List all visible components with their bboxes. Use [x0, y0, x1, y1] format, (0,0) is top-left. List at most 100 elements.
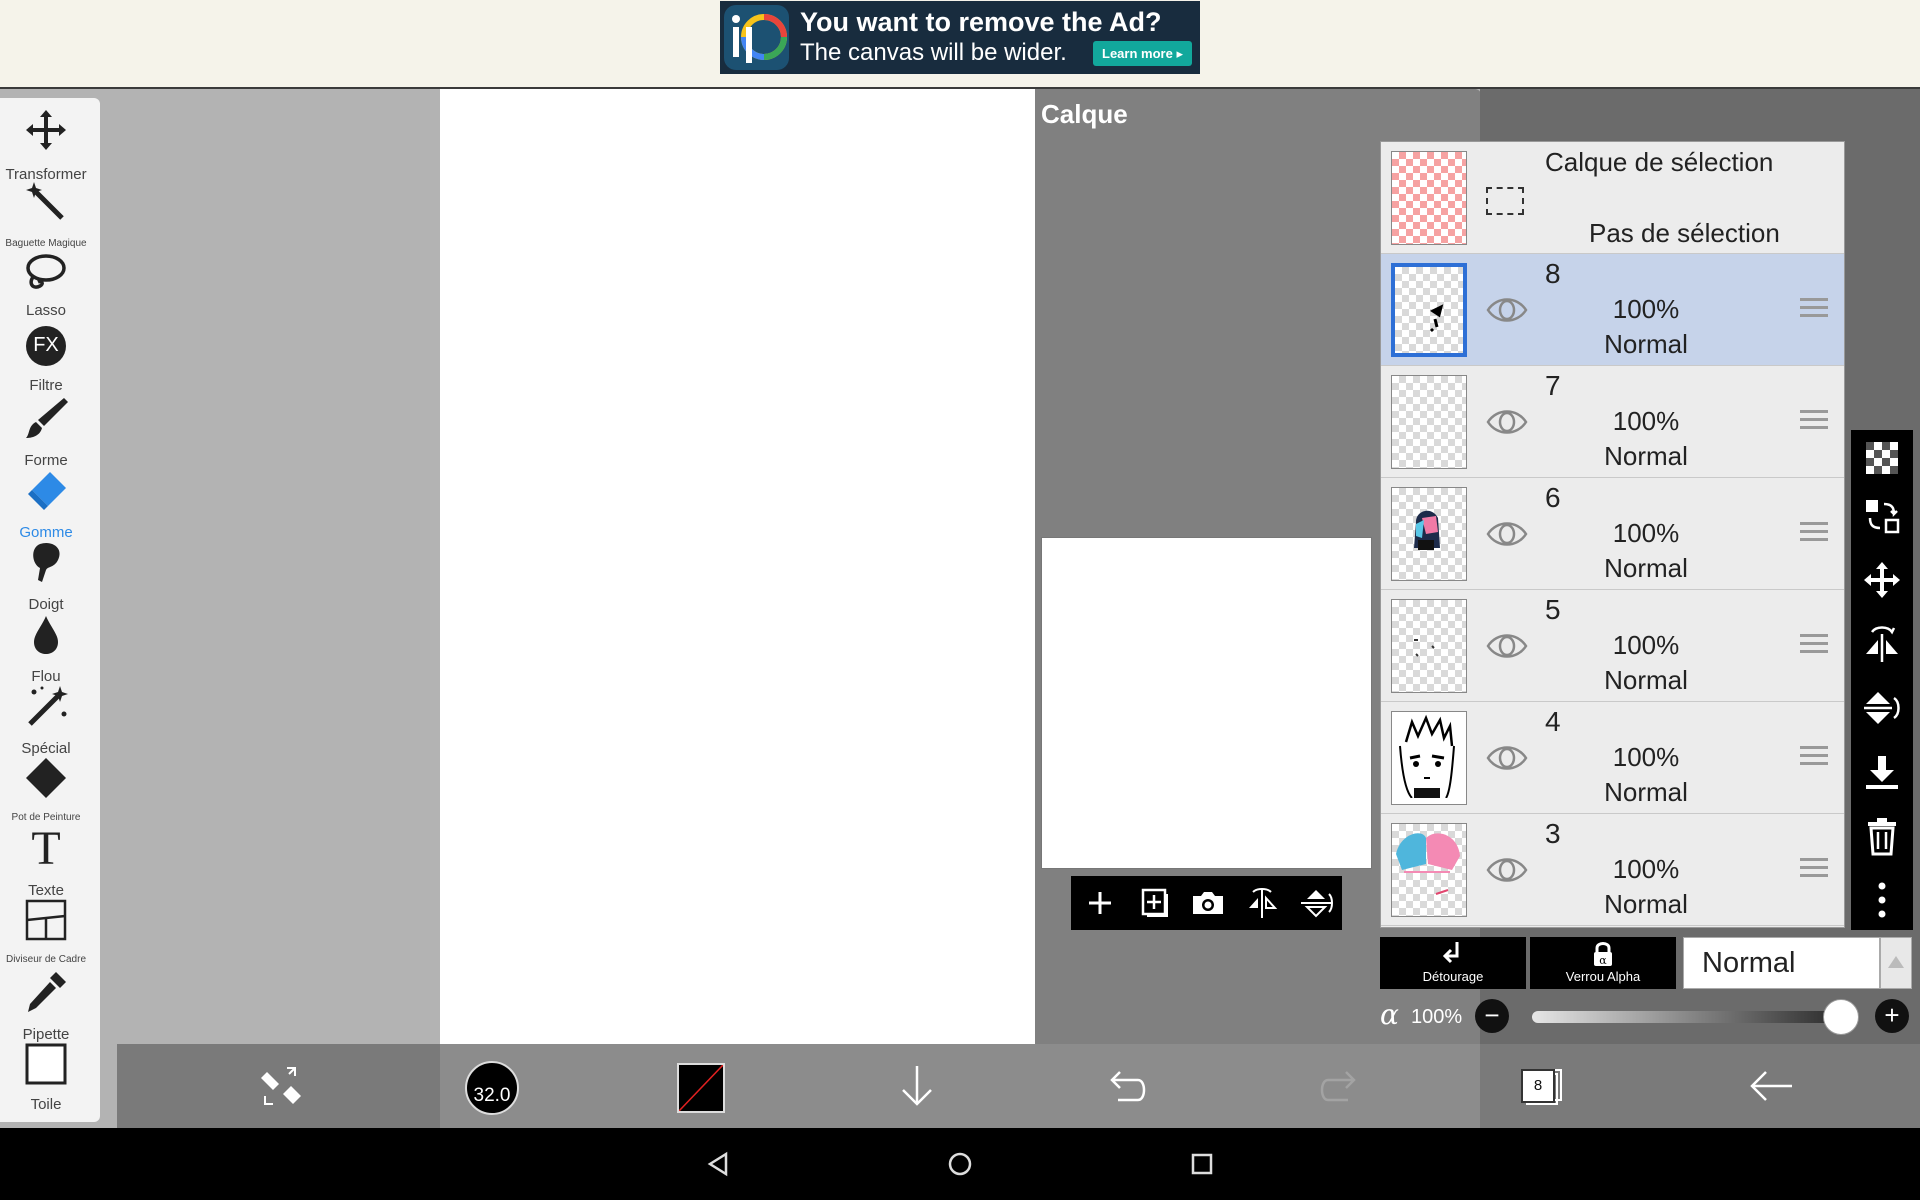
- tool-label: Filtre: [29, 377, 63, 394]
- current-color-swatch[interactable]: [677, 1063, 725, 1113]
- tool-label: Doigt: [28, 596, 64, 613]
- layer-opacity: 100%: [1612, 294, 1680, 324]
- tool-brush[interactable]: Forme: [0, 396, 92, 469]
- ad-headline: You want to remove the Ad?: [800, 7, 1162, 37]
- nav-back-icon[interactable]: [704, 1150, 732, 1178]
- tool-paint-bucket[interactable]: Pot de Peinture: [0, 756, 92, 828]
- layer-blend-mode: Normal: [1604, 889, 1688, 919]
- eye-visibility-icon[interactable]: [1485, 292, 1529, 328]
- learn-more-button[interactable]: Learn more ▸: [1093, 41, 1192, 66]
- tool-label: Spécial: [21, 740, 71, 757]
- layer-blend-mode: Normal: [1604, 441, 1688, 471]
- flip-vertical-icon[interactable]: [1862, 688, 1902, 728]
- layer-thumbnail: [1391, 599, 1467, 693]
- layer-count-badge[interactable]: 8: [1521, 1069, 1555, 1103]
- eye-visibility-icon[interactable]: [1485, 404, 1529, 440]
- brush-icon: [26, 398, 68, 438]
- ad-banner[interactable]: You want to remove the Ad? The canvas wi…: [720, 1, 1200, 74]
- opacity-slider[interactable]: [1532, 1011, 1842, 1023]
- layer-row-5[interactable]: 5 100% Normal: [1381, 590, 1844, 702]
- blend-mode-value: Normal: [1702, 947, 1796, 979]
- flip-vertical-icon[interactable]: [1295, 882, 1337, 924]
- duplicate-layer-icon[interactable]: [1133, 882, 1175, 924]
- drag-handle-icon[interactable]: [1800, 634, 1828, 654]
- swap-layers-icon[interactable]: [1862, 496, 1902, 536]
- clipping-button[interactable]: Détourage: [1380, 937, 1526, 989]
- layer-row-7[interactable]: 7 100% Normal: [1381, 366, 1844, 478]
- layer-row-6[interactable]: 6 100% Normal: [1381, 478, 1844, 590]
- selection-layer-row[interactable]: Calque de sélection Pas de sélection: [1381, 142, 1844, 254]
- layer-row-4[interactable]: 4 100% Normal: [1381, 702, 1844, 814]
- learn-more-label: Learn more: [1102, 46, 1173, 61]
- layer-number: 6: [1545, 482, 1561, 513]
- eye-visibility-icon[interactable]: [1485, 852, 1529, 888]
- merge-down-icon[interactable]: [1862, 752, 1902, 792]
- nav-recents-icon[interactable]: [1188, 1150, 1216, 1178]
- tool-blur[interactable]: Flou: [0, 612, 92, 685]
- tool-finger[interactable]: Doigt: [0, 540, 92, 613]
- layer-list[interactable]: Calque de sélection Pas de sélection 8 1…: [1380, 141, 1845, 928]
- drag-handle-icon[interactable]: [1800, 746, 1828, 766]
- swap-brush-eraser-icon[interactable]: [255, 1058, 311, 1114]
- tool-eraser[interactable]: Gomme: [0, 468, 92, 541]
- tool-label: Pipette: [22, 1026, 70, 1043]
- blend-mode-select[interactable]: Normal: [1683, 937, 1880, 989]
- clipping-label: Détourage: [1422, 969, 1484, 984]
- tool-filter[interactable]: FX Filtre: [0, 324, 92, 396]
- more-options-icon[interactable]: [1862, 880, 1902, 920]
- tool-canvas[interactable]: Toile: [0, 1042, 92, 1114]
- opacity-minus-button[interactable]: −: [1475, 999, 1509, 1033]
- frame-divider-icon: [25, 899, 67, 941]
- arrow-down-icon[interactable]: [889, 1058, 945, 1114]
- flip-horizontal-icon[interactable]: [1862, 624, 1902, 664]
- eye-visibility-icon[interactable]: [1485, 516, 1529, 552]
- clipping-arrow-icon: [1442, 942, 1459, 964]
- trash-icon[interactable]: [1862, 816, 1902, 856]
- drawing-canvas[interactable]: [440, 89, 1036, 1044]
- drag-handle-icon[interactable]: [1800, 298, 1828, 318]
- opacity-slider-knob[interactable]: [1823, 999, 1859, 1035]
- drag-handle-icon[interactable]: [1800, 522, 1828, 542]
- eye-visibility-icon[interactable]: [1485, 740, 1529, 776]
- tool-frame-divider[interactable]: Diviseur de Cadre: [0, 898, 92, 970]
- add-layer-icon[interactable]: [1079, 882, 1121, 924]
- undo-icon[interactable]: [1100, 1058, 1156, 1114]
- selection-rect-icon: [1486, 187, 1524, 215]
- tool-transformer[interactable]: Transformer: [0, 108, 92, 183]
- tool-text[interactable]: T Texte: [0, 822, 92, 900]
- canvas-icon: [25, 1043, 67, 1085]
- alpha-lock-button[interactable]: α Verrou Alpha: [1530, 937, 1676, 989]
- tool-magic-wand[interactable]: Baguette Magique: [0, 180, 92, 252]
- layer-thumbnail: [1391, 263, 1467, 357]
- flip-horizontal-icon[interactable]: [1241, 882, 1283, 924]
- brush-size-indicator[interactable]: 32.0: [465, 1061, 519, 1115]
- layer-row-8[interactable]: 8 100% Normal: [1381, 254, 1844, 366]
- eye-visibility-icon[interactable]: [1485, 628, 1529, 664]
- alpha-symbol: α: [1380, 998, 1399, 1031]
- opacity-plus-button[interactable]: +: [1875, 999, 1909, 1033]
- tool-label: Texte: [28, 882, 64, 899]
- tool-label: Baguette Magique: [5, 238, 87, 249]
- drag-handle-icon[interactable]: [1800, 410, 1828, 430]
- layer-number: 7: [1545, 370, 1561, 401]
- bottom-toolbar: [117, 1044, 1920, 1128]
- tool-eyedropper[interactable]: Pipette: [0, 970, 92, 1043]
- selection-layer-status: Pas de sélection: [1589, 218, 1780, 248]
- camera-icon[interactable]: [1187, 882, 1229, 924]
- layer-blend-mode: Normal: [1604, 553, 1688, 583]
- tool-lasso[interactable]: Lasso: [0, 252, 92, 324]
- text-icon: T: [31, 822, 61, 875]
- tool-label: Diviseur de Cadre: [5, 954, 87, 965]
- layer-thumbnail: [1391, 375, 1467, 469]
- drag-handle-icon[interactable]: [1800, 858, 1828, 878]
- layer-thumbnail: [1391, 487, 1467, 581]
- move-layer-icon[interactable]: [1862, 560, 1902, 600]
- tool-special[interactable]: Spécial: [0, 684, 92, 757]
- layer-thumbnail: [1391, 711, 1467, 805]
- back-arrow-icon[interactable]: [1744, 1058, 1800, 1114]
- checkerboard-transparent-icon[interactable]: [1862, 438, 1902, 478]
- layer-row-3[interactable]: 3 100% Normal: [1381, 814, 1844, 926]
- blend-mode-dropdown-arrow[interactable]: [1880, 937, 1912, 989]
- nav-home-icon[interactable]: [946, 1150, 974, 1178]
- selection-layer-thumbnail: [1391, 151, 1467, 245]
